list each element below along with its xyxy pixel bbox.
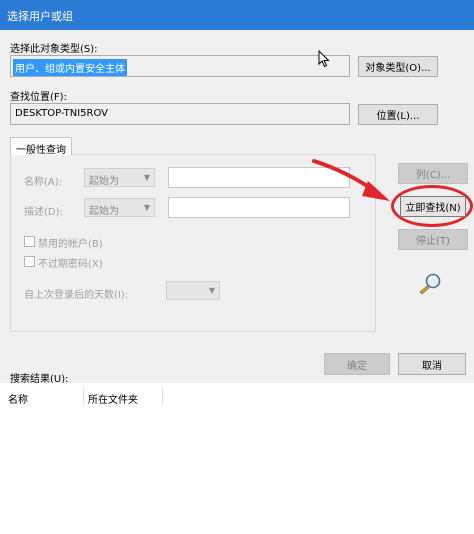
days-since-logon-combo: ▼ [166, 281, 220, 300]
find-now-button[interactable]: 立即查找(N) [400, 196, 466, 217]
non-expiring-password-checkbox [24, 256, 35, 267]
ok-button: 确定 [324, 353, 390, 375]
column-divider[interactable] [83, 387, 84, 405]
description-combo-value: 起始为 [89, 206, 119, 217]
name-label: 名称(A): [24, 177, 63, 188]
search-magnifier-icon [419, 273, 441, 295]
disabled-accounts-label: 禁用的帐户(B) [38, 239, 103, 250]
cancel-button[interactable]: 取消 [398, 353, 466, 375]
object-type-label: 选择此对象类型(S): [10, 44, 98, 55]
description-combo: 起始为 ▼ [84, 198, 155, 217]
location-field: DESKTOP-TNI5ROV [10, 103, 350, 125]
chevron-down-icon: ▼ [143, 203, 150, 212]
locations-button[interactable]: 位置(L)... [358, 104, 438, 125]
description-label: 描述(D): [24, 207, 63, 218]
name-combo-value: 起始为 [89, 176, 119, 187]
columns-button: 列(C)... [398, 163, 468, 184]
window-title: 选择用户或组 [7, 10, 73, 23]
stop-button: 停止(T) [398, 229, 468, 250]
object-types-button-label: 对象类型(O)... [365, 63, 431, 74]
ok-button-label: 确定 [347, 360, 367, 372]
tab-general-query-label: 一般性查询 [16, 145, 66, 156]
find-now-button-label: 立即查找(N) [405, 203, 461, 214]
object-types-button[interactable]: 对象类型(O)... [358, 56, 438, 77]
search-results-list[interactable] [0, 383, 474, 534]
locations-button-label: 位置(L)... [376, 111, 420, 122]
disabled-accounts-checkbox [24, 236, 35, 247]
days-since-logon-label: 自上次登录后的天数(I): [24, 290, 129, 301]
red-arrow-icon [312, 159, 390, 201]
mouse-cursor-icon [318, 50, 330, 68]
chevron-down-icon: ▼ [143, 173, 150, 182]
object-type-value: 用户、组或内置安全主体 [13, 59, 127, 76]
location-label: 查找位置(F): [10, 92, 67, 103]
column-header-name[interactable]: 名称 [8, 391, 28, 406]
columns-button-label: 列(C)... [415, 170, 451, 181]
location-value: DESKTOP-TNI5ROV [15, 108, 109, 119]
stop-button-label: 停止(T) [416, 236, 450, 247]
name-combo: 起始为 ▼ [84, 168, 155, 187]
object-type-field: 用户、组或内置安全主体 [10, 55, 350, 77]
non-expiring-password-label: 不过期密码(X) [38, 259, 103, 270]
tab-general-query[interactable]: 一般性查询 [10, 137, 72, 156]
column-header-folder[interactable]: 所在文件夹 [88, 391, 138, 406]
column-divider[interactable] [162, 387, 163, 405]
cancel-button-label: 取消 [422, 360, 442, 372]
chevron-down-icon: ▼ [208, 286, 215, 295]
